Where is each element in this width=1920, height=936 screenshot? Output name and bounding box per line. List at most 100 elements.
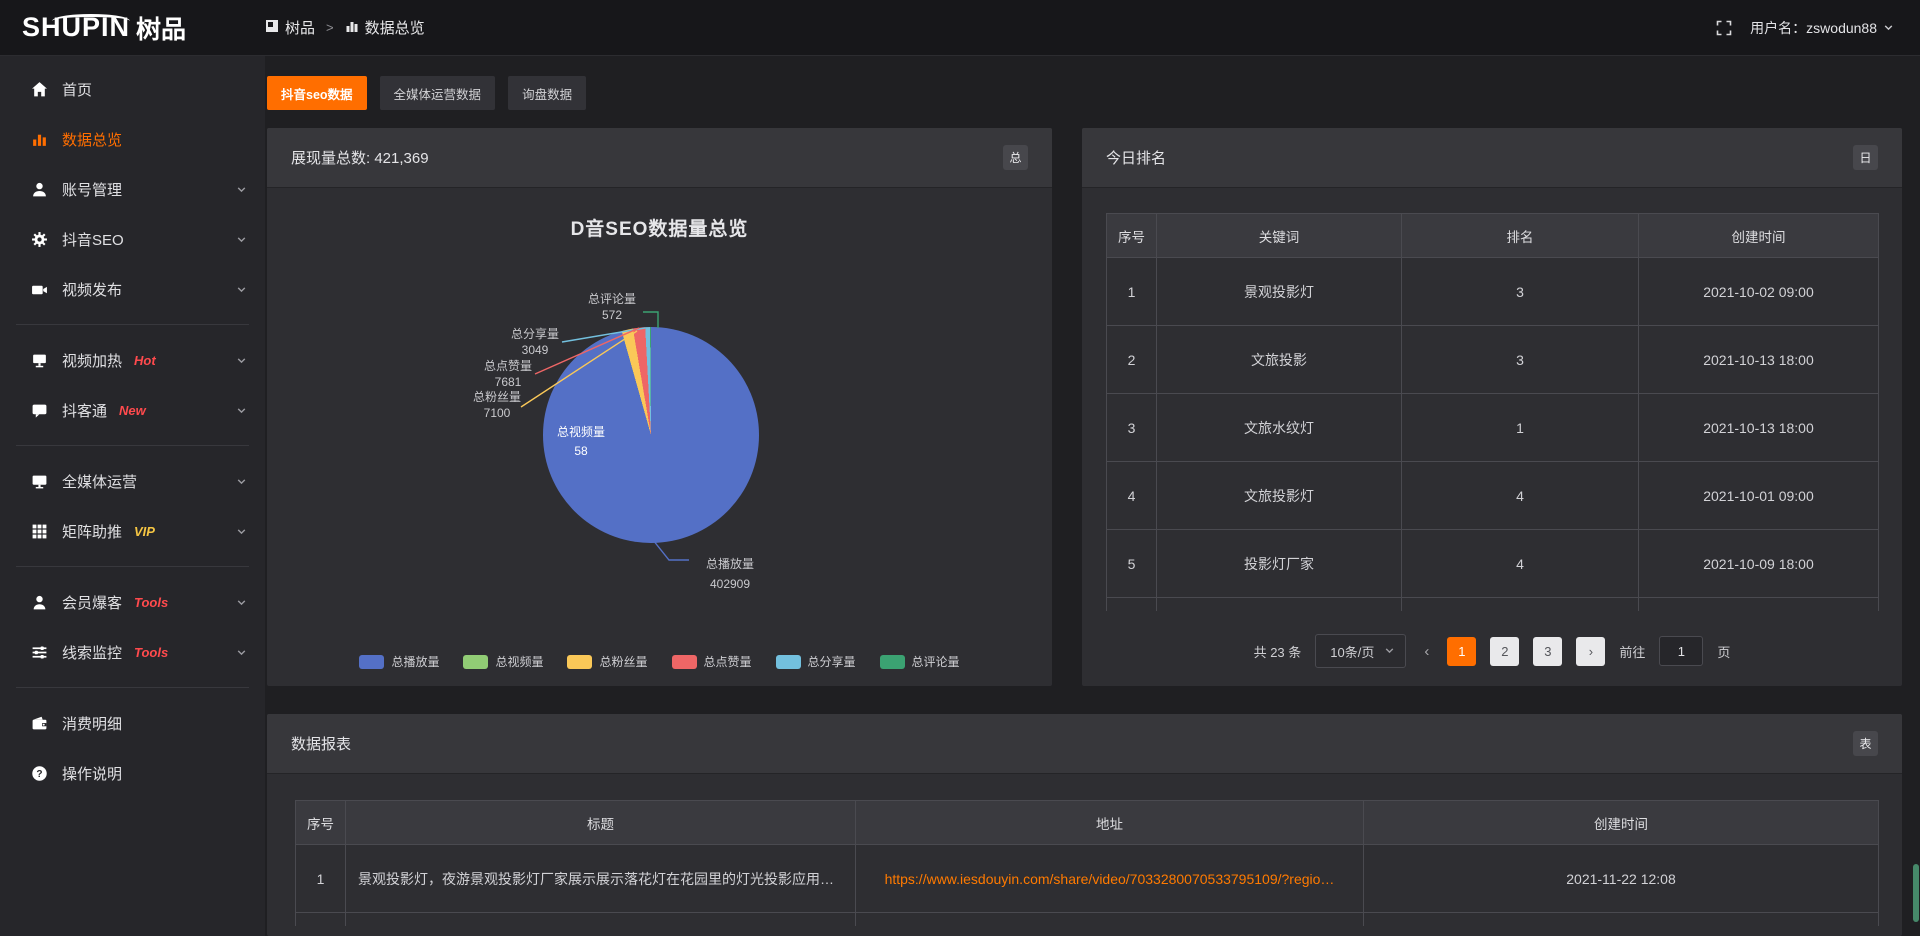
report-title: 数据报表 — [291, 733, 351, 754]
sidebar-item-douyin-seo[interactable]: 抖音SEO — [0, 214, 265, 264]
report-row-title: 景观投影灯，夜游景观投影灯厂家展示展示落花灯在花园里的灯光投影应用效果 # — [346, 845, 856, 913]
table-view-button[interactable]: 表 — [1853, 731, 1878, 756]
user-menu[interactable]: 用户名：zswodun88 — [1750, 18, 1894, 38]
new-badge: New — [119, 403, 146, 418]
goto-unit: 页 — [1717, 642, 1730, 661]
top-right: 用户名：zswodun88 — [1716, 18, 1920, 38]
chevron-down-icon — [236, 526, 247, 537]
chevron-down-icon — [236, 234, 247, 245]
wallet-icon — [30, 714, 48, 732]
legend-item-fans[interactable]: 总粉丝量 — [567, 653, 647, 670]
table-row-partial — [1107, 598, 1879, 611]
pie-label-fans: 总粉丝量7100 — [452, 389, 542, 421]
gear-icon — [30, 230, 48, 248]
fullscreen-icon[interactable] — [1716, 20, 1732, 36]
legend-item-shares[interactable]: 总分享量 — [776, 653, 856, 670]
legend-item-videos[interactable]: 总视频量 — [463, 653, 543, 670]
legend-swatch — [463, 655, 488, 669]
app-root: SHUPIN 树品 树品 > 数据总览 用户名：zswodun88 — [0, 0, 1920, 936]
tab-media-operation-data[interactable]: 全媒体运营数据 — [380, 76, 496, 110]
next-page-button[interactable]: › — [1576, 637, 1605, 666]
legend-item-comments[interactable]: 总评论量 — [880, 653, 960, 670]
member-icon — [30, 593, 48, 611]
legend-item-plays[interactable]: 总播放量 — [359, 653, 439, 670]
chevron-down-icon — [236, 355, 247, 366]
username-label: 用户名：zswodun88 — [1750, 18, 1877, 38]
sidebar-item-douketong[interactable]: 抖客通 New — [0, 385, 265, 435]
chevron-down-icon — [236, 476, 247, 487]
tools-badge: Tools — [134, 595, 168, 610]
sidebar-item-video-heat[interactable]: 视频加热 Hot — [0, 335, 265, 385]
sidebar-item-data-overview[interactable]: 数据总览 — [0, 114, 265, 164]
hot-badge: Hot — [134, 353, 156, 368]
sidebar-divider — [16, 687, 249, 688]
bar-chart-icon — [30, 130, 48, 148]
sidebar-item-consumption[interactable]: 消费明细 — [0, 698, 265, 748]
pie-label-comments: 总评论量572 — [567, 291, 657, 323]
sidebar-divider — [16, 566, 249, 567]
day-view-button[interactable]: 日 — [1853, 145, 1878, 170]
sidebar-item-clue-monitor[interactable]: 线索监控 Tools — [0, 627, 265, 677]
table-row: 1景观投影灯32021-10-02 09:00 — [1107, 258, 1879, 326]
ranking-panel-header: 今日排名 日 — [1082, 128, 1902, 188]
sidebar: 首页 数据总览 账号管理 抖音SEO 视频发布 视频加热 Hot — [0, 56, 265, 936]
home-icon — [30, 80, 48, 98]
sidebar-item-account[interactable]: 账号管理 — [0, 164, 265, 214]
chat-icon — [30, 401, 48, 419]
breadcrumb-item-home[interactable]: 树品 — [265, 17, 315, 38]
sidebar-item-home[interactable]: 首页 — [0, 64, 265, 114]
vip-badge: VIP — [134, 524, 155, 539]
page-button-2[interactable]: 2 — [1490, 637, 1519, 666]
ranking-body: 序号 关键词 排名 创建时间 1景观投影灯32021-10-02 09:00 2… — [1082, 188, 1902, 685]
user-icon — [30, 180, 48, 198]
sidebar-item-member-leads[interactable]: 会员爆客 Tools — [0, 577, 265, 627]
tab-inquiry-data[interactable]: 询盘数据 — [508, 76, 586, 110]
breadcrumb-item-current[interactable]: 数据总览 — [345, 17, 425, 38]
pie-label-likes: 总点赞量7681 — [463, 358, 553, 390]
overview-panel: 展现量总数: 421,369 总 D音SEO数据量总览 总评论量572 总分享量… — [267, 128, 1052, 686]
legend-swatch — [567, 655, 592, 669]
logo-text-cn: 树品 — [136, 10, 186, 46]
pie-label-plays: 总播放量402909 — [687, 554, 773, 594]
pagination-total: 共 23 条 — [1254, 642, 1302, 661]
page-size-select[interactable]: 10条/页 — [1315, 634, 1406, 668]
page-button-3[interactable]: 3 — [1533, 637, 1562, 666]
legend-item-likes[interactable]: 总点赞量 — [672, 653, 752, 670]
chart-title: D音SEO数据量总览 — [267, 214, 1052, 241]
goto-page-input[interactable] — [1659, 636, 1703, 666]
pie-chart: D音SEO数据量总览 总评论量572 总分享量3049 总点赞量7681 总粉丝… — [267, 188, 1052, 685]
bar-chart-icon — [345, 19, 359, 37]
table-header-row: 序号 关键词 排名 创建时间 — [1107, 214, 1879, 258]
sidebar-item-video-publish[interactable]: 视频发布 — [0, 264, 265, 314]
legend-swatch — [880, 655, 905, 669]
report-panel: 数据报表 表 序号 标题 地址 创建时间 1 景观投影灯，夜游景观投影灯厂家展示… — [267, 714, 1902, 936]
prev-page-button[interactable]: ‹ — [1420, 643, 1433, 660]
sidebar-divider — [16, 324, 249, 325]
tab-douyin-seo-data[interactable]: 抖音seo数据 — [267, 76, 367, 110]
report-row-link[interactable]: https://www.iesdouyin.com/share/video/70… — [856, 845, 1364, 913]
scrollbar-thumb[interactable] — [1913, 864, 1919, 922]
report-body: 序号 标题 地址 创建时间 1 景观投影灯，夜游景观投影灯厂家展示展示落花灯在花… — [267, 774, 1902, 935]
sidebar-item-matrix-boost[interactable]: 矩阵助推 VIP — [0, 506, 265, 556]
pagination: 共 23 条 10条/页 ‹ 1 2 3 › 前往 页 — [1082, 634, 1902, 668]
chevron-down-icon — [236, 647, 247, 658]
chevron-down-icon — [236, 597, 247, 608]
pie-label-videos: 总视频量58 — [536, 423, 626, 461]
chart-legend: 总播放量 总视频量 总粉丝量 总点赞量 总分享量 总评论量 — [267, 653, 1052, 670]
sidebar-item-instructions[interactable]: ? 操作说明 — [0, 748, 265, 798]
screen-icon — [30, 351, 48, 369]
total-view-button[interactable]: 总 — [1003, 145, 1028, 170]
report-table: 序号 标题 地址 创建时间 1 景观投影灯，夜游景观投影灯厂家展示展示落花灯在花… — [295, 800, 1879, 926]
svg-text:?: ? — [36, 769, 42, 780]
ranking-panel: 今日排名 日 序号 关键词 排名 创建时间 1景观投影灯32021-10-02 … — [1082, 128, 1902, 686]
page-button-1[interactable]: 1 — [1447, 637, 1476, 666]
square-icon — [265, 19, 279, 37]
chevron-down-icon — [1883, 20, 1894, 36]
sidebar-item-media-operation[interactable]: 全媒体运营 — [0, 456, 265, 506]
question-circle-icon: ? — [30, 764, 48, 782]
tools-badge: Tools — [134, 645, 168, 660]
report-panel-header: 数据报表 表 — [267, 714, 1902, 774]
chevron-down-icon — [236, 405, 247, 416]
sliders-icon — [30, 643, 48, 661]
table-row: 5投影灯厂家42021-10-09 18:00 — [1107, 530, 1879, 598]
